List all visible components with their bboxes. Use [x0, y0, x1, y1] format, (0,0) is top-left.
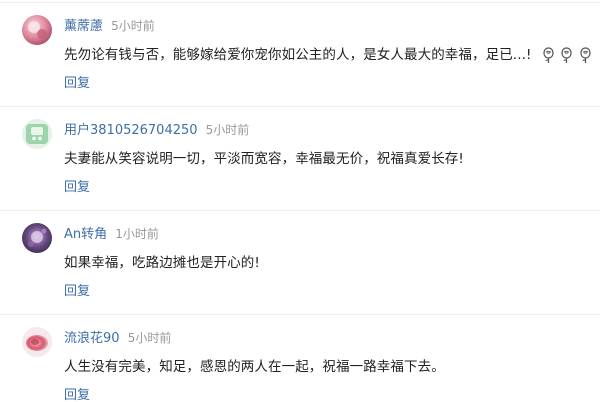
- avatar[interactable]: [22, 119, 52, 149]
- comment-body: 夫妻能从笑容说明一切，平淡而宽容，幸福最无价，祝福真爱长存!: [64, 151, 464, 167]
- rose-emoji-icon: [561, 46, 572, 63]
- comment-list: 薰蓆藘 5小时前 先勿论有钱与否，能够嫁给爱你宠你如公主的人，是女人最大的幸福，…: [0, 0, 600, 402]
- timestamp: 5小时前: [127, 331, 172, 345]
- avatar[interactable]: [22, 223, 52, 253]
- username[interactable]: 薰蓆藘: [64, 19, 103, 34]
- username[interactable]: 流浪花90: [64, 331, 120, 346]
- reply-button[interactable]: 回复: [64, 179, 90, 197]
- rose-emoji-icon: [580, 46, 591, 63]
- avatar[interactable]: [22, 327, 52, 357]
- username[interactable]: 用户3810526704250: [64, 123, 198, 138]
- reply-button[interactable]: 回复: [64, 283, 90, 301]
- rose-emoji-icon: [543, 46, 554, 63]
- emoji-group: [542, 45, 593, 65]
- comment-body: 如果幸福，吃路边摊也是开心的!: [64, 255, 260, 271]
- avatar[interactable]: [22, 15, 52, 45]
- comment-item: 薰蓆藘 5小时前 先勿论有钱与否，能够嫁给爱你宠你如公主的人，是女人最大的幸福，…: [0, 3, 600, 107]
- reply-button[interactable]: 回复: [64, 75, 90, 93]
- reply-button[interactable]: 回复: [64, 387, 90, 402]
- comment-meta: 薰蓆藘 5小时前: [64, 17, 155, 35]
- comment-meta: 用户3810526704250 5小时前: [64, 121, 249, 139]
- comment-text: 先勿论有钱与否，能够嫁给爱你宠你如公主的人，是女人最大的幸福，足已...!: [64, 45, 592, 65]
- comment-meta: 流浪花90 5小时前: [64, 329, 171, 347]
- timestamp: 5小时前: [111, 19, 155, 33]
- comment-body: 人生没有完美，知足，感恩的两人在一起，祝福一路幸福下去。: [64, 359, 445, 375]
- username[interactable]: An转角: [64, 227, 107, 242]
- comment-body: 先勿论有钱与否，能够嫁给爱你宠你如公主的人，是女人最大的幸福，足已...!: [64, 47, 532, 63]
- timestamp: 5小时前: [205, 123, 250, 137]
- comment-item: An转角 1小时前 如果幸福，吃路边摊也是开心的! 回复: [0, 211, 600, 315]
- timestamp: 1小时前: [115, 227, 159, 241]
- comment-item: 用户3810526704250 5小时前 夫妻能从笑容说明一切，平淡而宽容，幸福…: [0, 107, 600, 211]
- comment-item: 流浪花90 5小时前 人生没有完美，知足，感恩的两人在一起，祝福一路幸福下去。 …: [0, 315, 600, 402]
- comment-meta: An转角 1小时前: [64, 225, 159, 243]
